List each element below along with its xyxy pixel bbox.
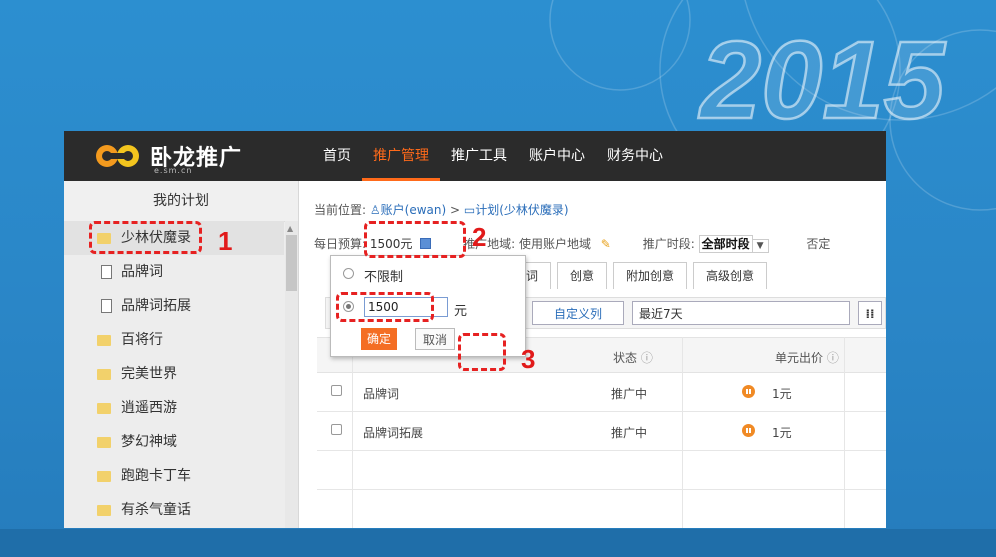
annotation-box-1	[89, 221, 202, 254]
sidebar-scrollbar[interactable]: ▲	[285, 221, 298, 528]
period-select[interactable]: 全部时段	[698, 235, 753, 253]
period-label: 推广时段:	[642, 237, 695, 251]
annotation-box-3	[458, 333, 506, 371]
row-status: 推广中	[611, 426, 648, 440]
budget-unit: 元	[454, 304, 468, 319]
folder-icon	[97, 471, 111, 482]
tab-extra-creatives[interactable]: 附加创意	[613, 262, 688, 289]
unit-bid-header: 单元出价 ⓘ	[775, 351, 839, 365]
folder-icon	[97, 335, 111, 346]
sidebar-item-label: 跑跑卡丁车	[121, 468, 191, 484]
scrollbar-thumb[interactable]	[286, 235, 297, 291]
row-bid[interactable]: 1元	[772, 424, 792, 441]
tab-creatives[interactable]: 创意	[557, 262, 608, 289]
unit-name[interactable]: 品牌词拓展	[363, 424, 423, 441]
sidebar-item-label: 百将行	[121, 332, 163, 348]
sidebar-item-plan[interactable]: 梦幻神域	[64, 425, 284, 459]
sidebar-title: 我的计划	[64, 181, 298, 222]
sidebar-item-label: 品牌词	[121, 264, 163, 280]
top-navbar: 卧龙推广 e.sm.cn 首页 推广管理 推广工具 账户中心 财务中心	[64, 131, 886, 181]
brand-logo[interactable]: 卧龙推广 e.sm.cn	[94, 139, 294, 175]
table-row-empty	[317, 451, 886, 490]
unlimited-radio[interactable]	[343, 268, 354, 279]
breadcrumb-account-link[interactable]: 账户(ewan)	[381, 203, 447, 217]
breadcrumb: 当前位置: ♙账户(ewan) > ▭计划(少林伏魔录)	[314, 201, 569, 218]
pencil-icon[interactable]: ✎	[601, 237, 611, 251]
nav-promotion-management[interactable]: 推广管理	[362, 131, 440, 181]
user-icon: ♙	[369, 203, 381, 217]
pause-icon[interactable]	[742, 424, 755, 437]
folder-icon	[97, 505, 111, 516]
unlimited-label: 不限制	[364, 270, 404, 285]
sidebar-item-plan[interactable]: 完美世界	[64, 357, 284, 391]
nav-home[interactable]: 首页	[312, 131, 362, 181]
scroll-up-icon[interactable]: ▲	[287, 224, 293, 233]
custom-columns-button[interactable]: 自定义列	[532, 301, 624, 325]
nav-account-center[interactable]: 账户中心	[518, 131, 596, 181]
sidebar-item-label: 有杀气童话	[121, 502, 191, 518]
brand-logo-icon	[96, 145, 139, 167]
annotation-number-2: 2	[472, 222, 487, 252]
watermark-year: 2015	[698, 19, 947, 142]
grid-view-icon[interactable]: ⁞⁞	[858, 301, 882, 325]
annotation-number-1: 1	[218, 226, 233, 256]
annotation-number-3: 3	[521, 344, 536, 374]
help-icon: ⓘ	[640, 351, 653, 365]
row-checkbox[interactable]	[331, 424, 342, 435]
status-header: 状态 ⓘ	[613, 351, 653, 365]
unit-name[interactable]: 品牌词	[363, 385, 399, 402]
table-row[interactable]: 品牌词拓展 推广中 1元	[317, 412, 886, 451]
date-range-select[interactable]: 最近7天	[632, 301, 850, 325]
chevron-down-icon[interactable]: ▼	[752, 239, 769, 253]
app-screenshot: 卧龙推广 e.sm.cn 首页 推广管理 推广工具 账户中心 财务中心 我的计划…	[64, 131, 886, 528]
help-icon: ⓘ	[826, 351, 839, 365]
sidebar-item-label: 梦幻神域	[121, 434, 177, 450]
sidebar-item-plan[interactable]: 百将行	[64, 323, 284, 357]
plan-icon: ▭	[463, 203, 476, 217]
breadcrumb-plan-link[interactable]: 计划(少林伏魔录)	[475, 203, 568, 217]
pause-icon[interactable]	[742, 385, 755, 398]
sidebar-item-label: 品牌词拓展	[121, 298, 191, 314]
content-tabs: 关键词 创意 附加创意 高级创意	[489, 262, 773, 289]
sidebar-item-unit[interactable]: 品牌词拓展	[64, 289, 284, 323]
cancel-button[interactable]: 取消	[415, 328, 455, 350]
sidebar-item-plan[interactable]: 跑跑卡丁车	[64, 459, 284, 493]
breadcrumb-prefix: 当前位置:	[314, 203, 367, 217]
sidebar-item-label: 逍遥西游	[121, 400, 177, 416]
brand-domain: e.sm.cn	[154, 166, 193, 175]
sidebar-item-plan[interactable]: 逍遥西游	[64, 391, 284, 425]
nav-promotion-tools[interactable]: 推广工具	[440, 131, 518, 181]
bottom-band	[0, 529, 996, 557]
sidebar-item-label: 完美世界	[121, 366, 177, 382]
sidebar-item-unit[interactable]: 品牌词	[64, 255, 284, 289]
annotation-box-budget-input	[336, 292, 434, 322]
nav-finance-center[interactable]: 财务中心	[596, 131, 674, 181]
table-row-empty	[317, 490, 886, 528]
main-nav: 首页 推广管理 推广工具 账户中心 财务中心	[312, 131, 674, 181]
sidebar-item-plan[interactable]: 有杀气童话	[64, 493, 284, 527]
negative-keywords-label[interactable]: 否定	[806, 237, 830, 251]
tab-advanced-creatives[interactable]: 高级创意	[693, 262, 768, 289]
breadcrumb-separator: >	[450, 203, 461, 217]
budget-label: 每日预算:	[314, 237, 367, 251]
table-row[interactable]: 品牌词 推广中 1元	[317, 373, 886, 412]
folder-icon	[97, 403, 111, 414]
document-icon	[101, 265, 112, 279]
region-label: 推广地域:	[463, 237, 516, 251]
confirm-button[interactable]: 确定	[361, 328, 397, 350]
annotation-box-2	[364, 221, 466, 258]
row-status: 推广中	[611, 387, 648, 401]
folder-icon	[97, 369, 111, 380]
row-checkbox[interactable]	[331, 385, 342, 396]
region-value: 使用账户地域	[518, 237, 591, 251]
row-bid[interactable]: 1元	[772, 385, 792, 402]
folder-icon	[97, 437, 111, 448]
document-icon	[101, 299, 112, 313]
